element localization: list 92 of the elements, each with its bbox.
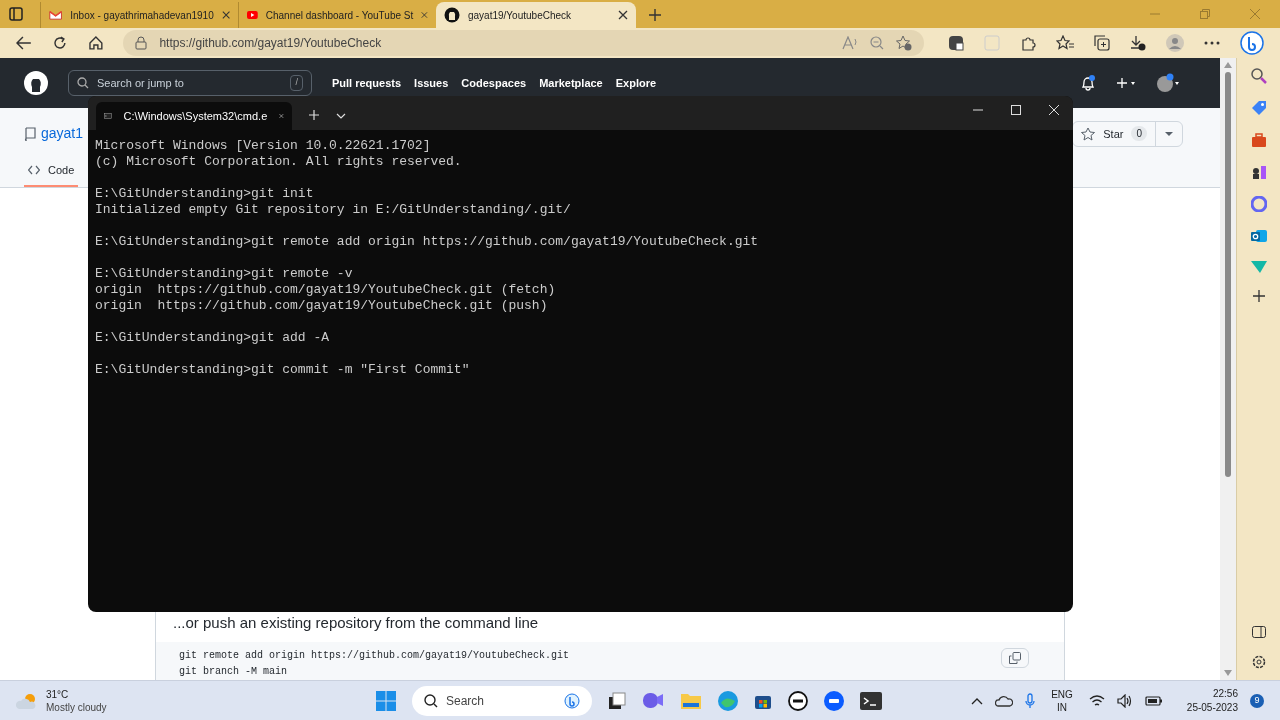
search-icon (77, 77, 89, 89)
download-icon[interactable] (1130, 35, 1146, 51)
terminal-line: E:\GitUnderstanding>git remote add origin https://github.com/gayat19/YoutubeCheck.git (95, 234, 760, 250)
sidebar-icon[interactable] (1251, 626, 1266, 638)
close-icon[interactable] (221, 10, 230, 20)
terminal-line: E:\GitUnderstanding>git add -A (95, 330, 331, 346)
scrollbar-thumb[interactable] (1225, 72, 1231, 477)
terminal-line: Microsoft Windows [Version 10.0.22621.1702] (95, 138, 432, 154)
notification-badge[interactable]: 9 (1250, 693, 1264, 708)
profile-icon[interactable] (1166, 34, 1184, 52)
home-icon[interactable] (87, 35, 104, 51)
nav-link[interactable]: Codespaces (461, 74, 527, 92)
chat-icon (564, 692, 580, 709)
search-icon[interactable] (1250, 68, 1267, 84)
collections-icon[interactable] (1094, 35, 1110, 51)
new-tab-icon[interactable] (648, 8, 662, 22)
avatar-icon[interactable] (1156, 73, 1180, 93)
start-icon[interactable] (376, 690, 396, 711)
close-icon[interactable] (618, 10, 628, 20)
lock-icon (135, 36, 148, 50)
weather-condition: Mostly cloudy (46, 700, 107, 714)
mail-icon (49, 9, 63, 21)
browser-tab[interactable]: gayat19/YoutubeCheck (436, 2, 636, 28)
wifi-icon[interactable] (1088, 694, 1105, 707)
star-count: 0 (1131, 126, 1147, 142)
nav-link[interactable]: Issues (414, 74, 449, 92)
circle-logo-icon[interactable] (788, 690, 808, 711)
add-icon[interactable] (1252, 290, 1265, 302)
code-line: git remote add origin https://github.com/gayat19/YoutubeCheck.git (179, 649, 571, 663)
terminal-line: origin https://github.com/gayat19/YoutubeCheck.git (push) (95, 298, 549, 314)
region-code[interactable]: IN (1057, 700, 1067, 714)
address-bar[interactable]: https://github.com/gayat19/YoutubeCheck (123, 30, 924, 56)
shortcut-key: / (290, 75, 303, 91)
chat-icon[interactable] (1240, 31, 1264, 55)
bell-icon[interactable] (1080, 75, 1096, 91)
chevron-up-icon[interactable] (971, 696, 984, 705)
clock-time[interactable]: 22:56 (1212, 686, 1238, 701)
tab-actions-icon[interactable] (8, 6, 24, 22)
favorites-icon[interactable] (1056, 35, 1074, 51)
task-view-icon[interactable] (608, 691, 626, 710)
tab-title: gayat19/YoutubeCheck (468, 8, 573, 23)
favorite-add-icon[interactable] (896, 35, 912, 51)
back-icon[interactable] (16, 36, 32, 50)
terminal-icon[interactable] (860, 691, 882, 710)
repo-name-link[interactable]: gayat1 (41, 123, 84, 145)
folder-icon[interactable] (680, 691, 702, 710)
terminal-line: Initialized empty Git repository in E:/GitUnderstanding/.git/ (95, 202, 572, 218)
terminal-line: E:\GitUnderstanding>git remote -v (95, 266, 354, 282)
nav-link[interactable]: Pull requests (332, 74, 402, 92)
volume-icon[interactable] (1116, 693, 1133, 708)
terminal-line: (c) Microsoft Corporation. All rights reserved. (95, 154, 463, 170)
copy-icon (1009, 652, 1021, 664)
microphone-icon[interactable] (1025, 692, 1036, 709)
maximize-icon[interactable] (1011, 105, 1021, 115)
puzzle-icon[interactable] (1020, 35, 1036, 51)
cloud-icon[interactable] (995, 693, 1014, 708)
video-chat-icon[interactable] (642, 690, 664, 711)
terminal-tab[interactable]: C:\Windows\System32\cmd.e (96, 102, 292, 130)
clock-date[interactable]: 25-05-2023 (1186, 700, 1238, 715)
copy-button[interactable] (1001, 648, 1029, 668)
search-icon (424, 693, 438, 708)
copilot-icon[interactable] (1250, 196, 1267, 212)
outlook-icon[interactable] (1250, 228, 1267, 244)
section-heading: ...or push an existing repository from the command line (172, 612, 540, 633)
battery-icon[interactable] (1144, 694, 1163, 707)
temperature: 31°C (46, 687, 70, 701)
settings-icon[interactable] (1250, 654, 1267, 670)
nav-link[interactable]: Explore (615, 74, 657, 92)
search-field[interactable]: Search (412, 685, 592, 716)
dropdown-icon[interactable] (336, 112, 346, 120)
language-code[interactable]: ENG (1051, 687, 1073, 701)
star-icon (1081, 126, 1096, 141)
chess-pieces-icon[interactable] (1250, 164, 1267, 180)
tab-title: Inbox - gayathrimahadevan1910 (70, 8, 214, 23)
plus-icon[interactable] (1116, 77, 1136, 89)
terminal-icon (104, 110, 112, 122)
code-tab[interactable]: Code (24, 155, 79, 187)
tab-title: C:\Windows\System32\cmd.e (123, 108, 268, 124)
toolbox-icon[interactable] (1250, 132, 1267, 148)
tag-icon[interactable] (1250, 100, 1267, 116)
terminal-line: origin https://github.com/gayat19/YoutubeCheck.git (fetch) (95, 282, 557, 298)
repo-icon (24, 126, 36, 141)
tab-title: Channel dashboard - YouTube St (265, 8, 414, 23)
terminal-line: E:\GitUnderstanding>git commit -m "First Commit" (95, 362, 471, 378)
terminal-line: E:\GitUnderstanding>git init (95, 186, 315, 202)
extension-icon[interactable] (948, 35, 964, 51)
more-icon[interactable] (1204, 41, 1220, 45)
code-line: git branch -M main (179, 665, 289, 679)
code-icon (28, 165, 40, 175)
refresh-icon[interactable] (51, 35, 68, 51)
play-icon (247, 9, 258, 21)
nav-link[interactable]: Marketplace (539, 74, 603, 92)
